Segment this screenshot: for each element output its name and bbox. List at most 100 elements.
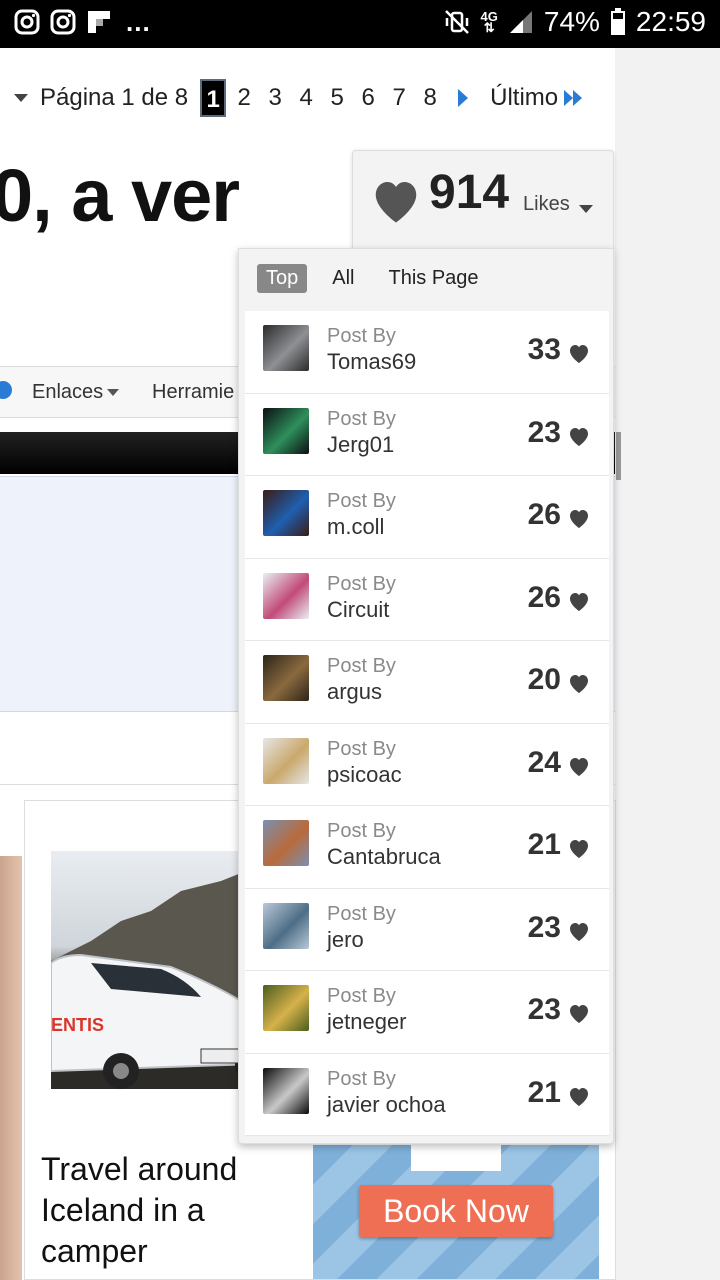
username-link[interactable]: argus: [327, 679, 382, 705]
page-link-4[interactable]: 4: [293, 79, 320, 117]
book-now-button[interactable]: Book Now: [359, 1185, 553, 1237]
avatar[interactable]: [263, 655, 309, 701]
avatar[interactable]: [263, 902, 309, 949]
username-link[interactable]: Circuit: [327, 597, 389, 623]
page-link-6[interactable]: 6: [355, 79, 382, 117]
avatar[interactable]: [263, 737, 309, 784]
nav-item-herramientas[interactable]: Herramie: [152, 381, 234, 404]
like-count: 26: [527, 498, 561, 531]
signal-icon: [509, 11, 532, 33]
tab-this-page[interactable]: This Page: [379, 264, 487, 293]
avatar[interactable]: [263, 490, 309, 536]
ad-side-image: [0, 856, 22, 1280]
heart-icon: [570, 510, 588, 528]
post-by-label: Post By: [327, 902, 396, 925]
flipboard-icon: [88, 11, 110, 33]
nav-item-enlaces[interactable]: Enlaces: [32, 381, 120, 404]
clock: 22:59: [635, 6, 706, 37]
network-type: 4G ⇅: [480, 9, 498, 35]
page-link-1[interactable]: 1: [200, 79, 227, 117]
username-link[interactable]: Tomas69: [327, 349, 416, 375]
like-count: 20: [527, 663, 561, 696]
list-item[interactable]: Post By Tomas69 33: [245, 311, 609, 394]
heart-icon: [570, 1087, 588, 1106]
next-page-arrow-icon[interactable]: [458, 89, 469, 107]
ad-tab: [411, 1145, 501, 1171]
like-count: 26: [527, 580, 561, 614]
like-count: 33: [527, 333, 561, 366]
tab-top[interactable]: Top: [257, 264, 308, 293]
post-by-label: Post By: [327, 1067, 396, 1090]
page-link-5[interactable]: 5: [324, 79, 351, 117]
battery-percent: 74%: [543, 6, 600, 37]
avatar[interactable]: [263, 407, 309, 454]
post-by-label: Post By: [327, 490, 396, 512]
svg-text:ENTIS: ENTIS: [51, 1015, 104, 1035]
vibrate-mute-icon: [444, 10, 469, 34]
page-link-8[interactable]: 8: [417, 79, 444, 117]
list-item[interactable]: Post By Cantabruca 21: [245, 806, 609, 889]
heart-icon: [570, 592, 588, 611]
nav-item-label: Enlaces: [32, 381, 104, 403]
instagram-icon: [14, 9, 40, 35]
heart-icon: [570, 427, 588, 446]
heart-icon: [570, 757, 588, 776]
list-item[interactable]: Post By jero 23: [245, 888, 609, 971]
ad-cta-area: Book Now: [313, 1145, 599, 1279]
pager-dropdown-caret-icon[interactable]: [14, 94, 28, 102]
thread-title: 0, a ver: [0, 154, 240, 237]
ad-headline: Travel around Iceland in a camper: [41, 1151, 238, 1269]
avatar[interactable]: [263, 325, 309, 371]
double-chevron-right-icon: [564, 90, 583, 106]
chevron-down-icon: [107, 389, 120, 396]
chevron-down-icon: [579, 205, 593, 213]
likes-count: 914: [429, 166, 510, 219]
likes-label: Likes: [523, 193, 570, 215]
like-count: 21: [527, 828, 561, 861]
avatar[interactable]: [263, 572, 309, 619]
page-link-2[interactable]: 2: [231, 79, 258, 117]
post-by-label: Post By: [327, 820, 396, 842]
avatar[interactable]: [263, 820, 309, 866]
scrollbar[interactable]: [616, 432, 621, 480]
likes-tabs: Top All This Page: [257, 264, 488, 293]
like-count: 23: [527, 993, 561, 1026]
username-link[interactable]: jero: [327, 927, 364, 953]
list-item[interactable]: Post By Jerg01 23: [245, 393, 609, 476]
list-item[interactable]: Post By m.coll 26: [245, 476, 609, 559]
battery-icon: [610, 8, 625, 35]
heart-icon: [570, 1005, 588, 1023]
username-link[interactable]: psicoac: [327, 762, 402, 788]
likes-list: Post By Tomas69 33 Post By Jerg01 23 Post By m.…: [245, 311, 609, 1136]
like-count: 21: [527, 1075, 561, 1109]
list-item[interactable]: Post By argus 20: [245, 641, 609, 724]
username-link[interactable]: Jerg01: [327, 432, 394, 458]
status-bar: ... 4G ⇅ 74% 22:59: [0, 0, 720, 48]
globe-icon: [0, 381, 12, 399]
username-link[interactable]: javier ochoa: [327, 1092, 446, 1118]
post-by-label: Post By: [327, 325, 396, 347]
post-by-label: Post By: [327, 737, 396, 760]
list-item[interactable]: Post By psicoac 24: [245, 723, 609, 806]
pagination: Página 1 de 8 1 2 3 4 5 6 7 8 Último: [0, 78, 583, 118]
pager-label: Página 1 de 8: [40, 84, 189, 111]
username-link[interactable]: m.coll: [327, 514, 384, 540]
page-link-3[interactable]: 3: [262, 79, 289, 117]
heart-icon: [375, 182, 417, 223]
last-page-link[interactable]: Último: [490, 84, 583, 112]
list-item[interactable]: Post By javier ochoa 21: [245, 1053, 609, 1136]
last-page-label: Último: [490, 84, 559, 111]
avatar[interactable]: [263, 1067, 309, 1114]
username-link[interactable]: jetneger: [327, 1009, 407, 1035]
tab-all[interactable]: All: [323, 264, 363, 293]
username-link[interactable]: Cantabruca: [327, 844, 441, 870]
instagram-icon: [50, 9, 76, 35]
post-by-label: Post By: [327, 985, 396, 1007]
likes-toggle-button[interactable]: 914 Likes: [352, 150, 614, 252]
avatar[interactable]: [263, 985, 309, 1031]
list-item[interactable]: Post By jetneger 23: [245, 971, 609, 1054]
list-item[interactable]: Post By Circuit 26: [245, 558, 609, 641]
page-link-7[interactable]: 7: [386, 79, 413, 117]
like-count: 24: [527, 745, 561, 779]
heart-icon: [570, 345, 588, 363]
